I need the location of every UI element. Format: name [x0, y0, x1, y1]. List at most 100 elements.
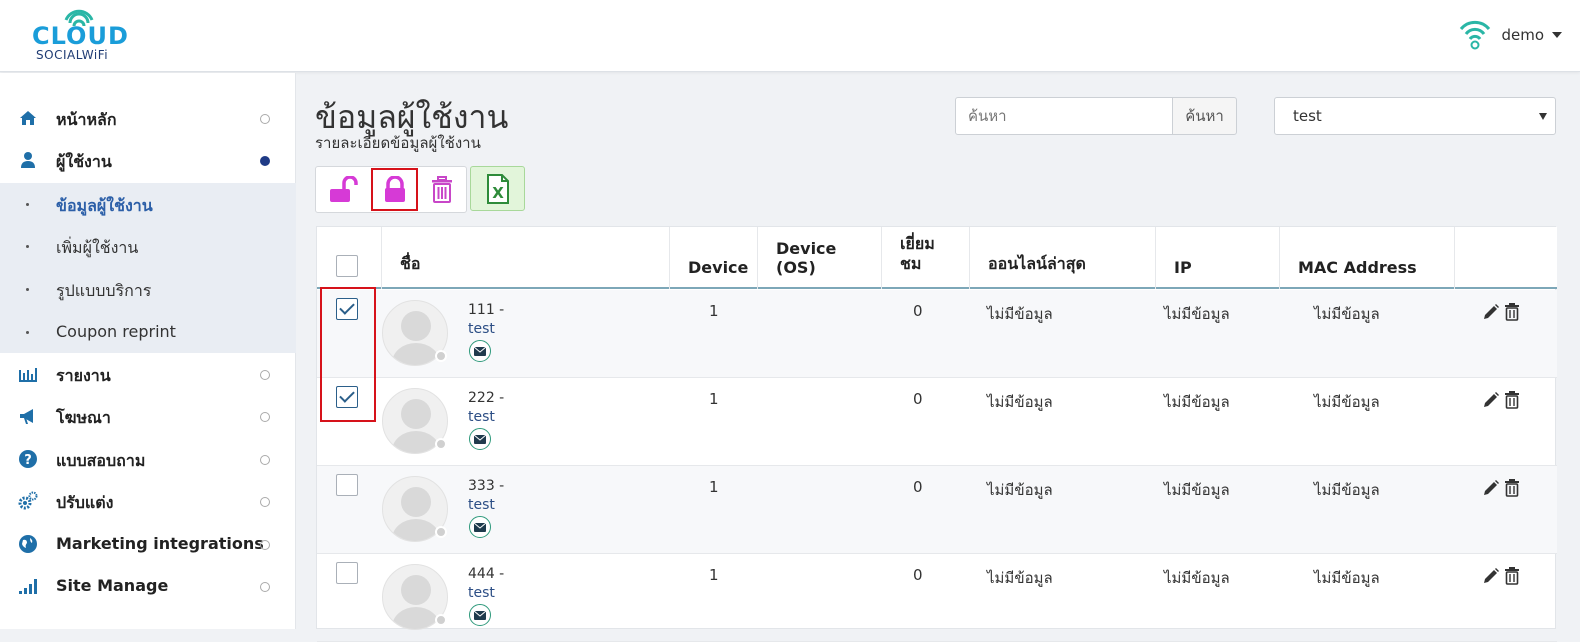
gears-icon [18, 491, 38, 510]
table-row: 333 - test 1 0 ไม่มีข้อมูล ไม่มีข้อมูล ไ… [317, 466, 1557, 554]
sidebar-item-site-manage[interactable]: Site Manage [0, 565, 296, 607]
logo-sub-text: SOCIALWiFi [36, 48, 109, 62]
user-site-link[interactable]: test [468, 497, 495, 513]
mail-icon[interactable] [469, 428, 491, 450]
edit-icon[interactable] [1482, 479, 1500, 497]
mac-address: ไม่มีข้อมูล [1314, 569, 1380, 587]
status-dot [435, 526, 447, 538]
sidebar-item-settings[interactable]: ปรับแต่ง [0, 480, 296, 522]
submenu-item-label: เพิ่มผู้ใช้งาน [56, 238, 139, 257]
status-dot [435, 614, 447, 626]
user-id: 222 - [468, 390, 505, 406]
column-header-visits[interactable]: เยี่ยม ชม [882, 227, 970, 289]
column-header-name[interactable]: ชื่อ [382, 227, 670, 289]
mail-icon[interactable] [469, 604, 491, 626]
last-online: ไม่มีข้อมูล [987, 481, 1053, 499]
sidebar-item-home[interactable]: หน้าหลัก [0, 97, 296, 139]
megaphone-icon [20, 409, 33, 424]
user-site-link[interactable]: test [468, 409, 495, 425]
mail-icon[interactable] [469, 340, 491, 362]
caret-down-icon [1539, 113, 1547, 120]
row-actions [1482, 479, 1520, 497]
edit-icon[interactable] [1482, 303, 1500, 321]
user-site-link[interactable]: test [468, 321, 495, 337]
sidebar-item-label: โฆษณา [56, 408, 111, 427]
bullet-icon [26, 245, 29, 248]
last-online: ไม่มีข้อมูล [987, 305, 1053, 323]
sidebar-item-users[interactable]: ผู้ใช้งาน [0, 139, 296, 181]
visit-count: 0 [913, 566, 923, 584]
submenu-item-coupon-reprint[interactable]: Coupon reprint [0, 311, 296, 353]
status-dot [260, 114, 270, 124]
top-bar: CLOUD SOCIALWiFi demo [0, 0, 1580, 72]
user-menu[interactable]: demo [1457, 17, 1562, 53]
column-header-device-os[interactable]: Device (OS) [758, 227, 882, 289]
lock-icon [384, 175, 405, 202]
submenu-item-label: รูปแบบบริการ [56, 281, 152, 300]
select-all-checkbox[interactable] [336, 255, 358, 277]
column-header-device[interactable]: Device [670, 227, 758, 289]
sidebar-item-marketing[interactable]: Marketing integrations [0, 523, 296, 565]
trash-icon[interactable] [1504, 567, 1520, 585]
last-online: ไม่มีข้อมูล [987, 569, 1053, 587]
status-dot [260, 370, 270, 380]
sidebar-item-label: Site Manage [56, 576, 169, 595]
wifi-avatar-icon [1460, 20, 1491, 50]
last-online: ไม่มีข้อมูล [987, 393, 1053, 411]
device-count: 1 [709, 390, 719, 408]
submenu-item-label: ข้อมูลผู้ใช้งาน [56, 196, 153, 215]
header-select-cell [317, 227, 382, 289]
sidebar-item-label: รายงาน [56, 366, 111, 385]
user-icon [21, 152, 35, 168]
trash-icon[interactable] [1504, 391, 1520, 409]
mail-icon[interactable] [469, 516, 491, 538]
ip-address: ไม่มีข้อมูล [1164, 481, 1230, 499]
chevron-down-icon [1552, 32, 1562, 38]
column-header-last-online[interactable]: ออนไลน์ล่าสุด [970, 227, 1156, 289]
sidebar-item-ads[interactable]: โฆษณา [0, 395, 296, 437]
submenu-item-service-plan[interactable]: รูปแบบบริการ [0, 268, 296, 310]
submenu-item-add-user[interactable]: เพิ่มผู้ใช้งาน [0, 225, 296, 267]
svg-text:?: ? [24, 453, 32, 468]
row-checkbox[interactable] [336, 474, 358, 496]
user-id: 333 - [468, 478, 505, 494]
user-id: 444 - [468, 566, 505, 582]
unlock-button[interactable] [318, 167, 368, 212]
status-dot [260, 582, 270, 592]
edit-icon[interactable] [1482, 567, 1500, 585]
signal-icon [19, 579, 37, 594]
visit-count: 0 [913, 478, 923, 496]
row-actions [1482, 303, 1520, 321]
trash-icon [432, 175, 452, 203]
trash-icon[interactable] [1504, 303, 1520, 321]
logo[interactable]: CLOUD SOCIALWiFi [32, 6, 142, 62]
status-dot [260, 156, 270, 166]
submenu-users: ข้อมูลผู้ใช้งาน เพิ่มผู้ใช้งาน รูปแบบบริ… [0, 183, 296, 353]
device-count: 1 [709, 302, 719, 320]
row-checkbox[interactable] [336, 562, 358, 584]
user-site-link[interactable]: test [468, 585, 495, 601]
sidebar-item-label: ผู้ใช้งาน [56, 152, 112, 171]
bulk-actions-group [315, 166, 467, 213]
sidebar-item-survey[interactable]: ? แบบสอบถาม [0, 438, 296, 480]
question-icon: ? [19, 450, 37, 468]
sidebar-item-label: Marketing integrations [56, 534, 264, 553]
search-button[interactable]: ค้นหา [1172, 97, 1237, 135]
ip-address: ไม่มีข้อมูล [1164, 393, 1230, 411]
edit-icon[interactable] [1482, 391, 1500, 409]
column-header-ip[interactable]: IP [1156, 227, 1280, 289]
delete-button[interactable] [417, 167, 467, 212]
lock-button[interactable] [371, 168, 418, 211]
site-select[interactable]: test [1274, 97, 1556, 135]
svg-text:X: X [492, 184, 504, 202]
search-input[interactable] [955, 97, 1173, 135]
trash-icon[interactable] [1504, 479, 1520, 497]
sidebar-item-reports[interactable]: รายงาน [0, 353, 296, 395]
column-header-mac[interactable]: MAC Address [1280, 227, 1455, 289]
export-excel-button[interactable]: X [470, 166, 525, 211]
mac-address: ไม่มีข้อมูล [1314, 305, 1380, 323]
globe-icon [19, 535, 37, 553]
bullet-icon [26, 331, 29, 334]
page-subtitle: รายละเอียดข้อมูลผู้ใช้งาน [315, 134, 481, 152]
submenu-item-user-info[interactable]: ข้อมูลผู้ใช้งาน [0, 183, 296, 225]
